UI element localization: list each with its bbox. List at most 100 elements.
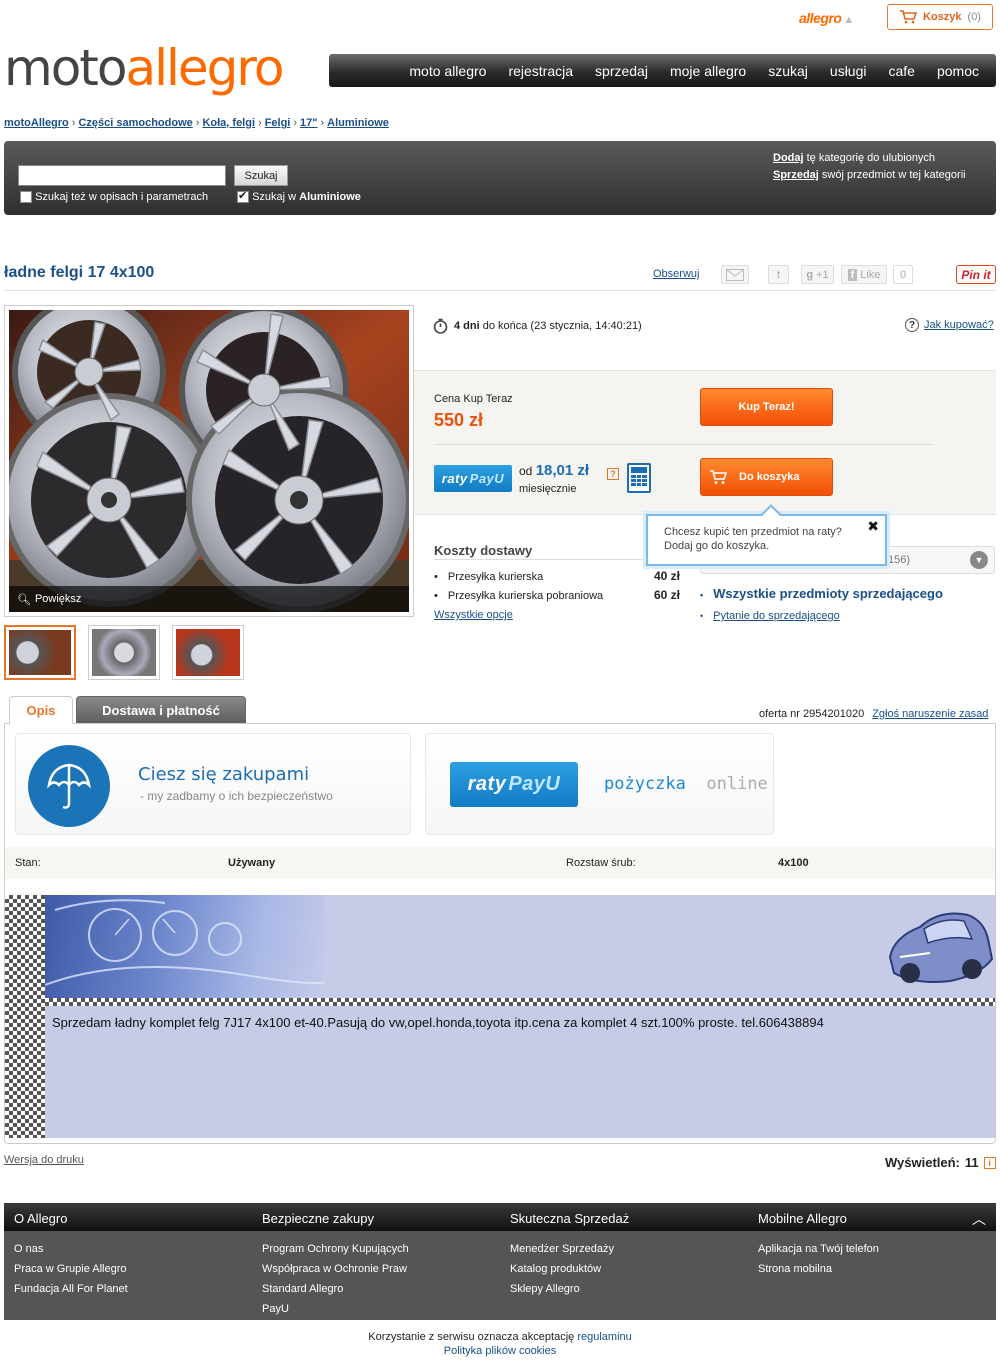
terms-link[interactable]: regulaminu [577, 1331, 631, 1343]
sell-here-link[interactable]: Sprzedaj [773, 169, 819, 181]
allegro-home-link[interactable]: allegro ▲ [799, 10, 854, 26]
breadcrumb-item[interactable]: Części samochodowe [78, 117, 192, 129]
nav-uslugi[interactable]: usługi [830, 63, 867, 79]
chevron-down-icon[interactable]: ▼ [970, 551, 988, 569]
checkered-divider [45, 998, 995, 1006]
shipping-row: Przesyłka kurierska pobraniowa60 zł [434, 588, 680, 602]
offer-info: oferta nr 2954201020 Zgłoś naruszenie zas… [759, 708, 989, 720]
footer-col: Aplikacja na Twój telefon Strona mobilna [758, 1239, 879, 1279]
checkered-border [5, 895, 45, 1138]
stopwatch-icon [433, 318, 448, 334]
search-category-checkbox[interactable] [237, 189, 249, 204]
scroll-top-icon[interactable]: ︿ [972, 1209, 986, 1229]
nav-moje-allegro[interactable]: moje allegro [670, 63, 746, 79]
help-icon[interactable]: ? [607, 468, 619, 480]
cart-count: (0) [967, 11, 981, 23]
view-counter: Wyświetleń: 11 i [885, 1155, 996, 1170]
search-button[interactable]: Szukaj [234, 165, 288, 186]
param-value: Używany [228, 857, 276, 869]
breadcrumb-item[interactable]: motoAllegro [4, 117, 69, 129]
installment-period: miesięcznie [519, 483, 577, 495]
report-violation-link[interactable]: Zgłoś naruszenie zasad [872, 708, 988, 720]
tab-delivery-payment[interactable]: Dostawa i płatność [76, 696, 246, 723]
email-share-button[interactable] [721, 265, 749, 284]
promo-headline: Ciesz się zakupami [138, 764, 310, 785]
footer-link[interactable]: Standard Allegro [262, 1279, 409, 1299]
twitter-share-button[interactable]: t [768, 265, 789, 284]
description-text: Sprzedam ładny komplet felg 7J17 4x100 e… [52, 1015, 824, 1030]
nav-pomoc[interactable]: pomoc [937, 63, 979, 79]
main-nav: moto allegro rejestracja sprzedaj moje a… [329, 54, 996, 87]
how-to-buy[interactable]: ? Jak kupować? [905, 318, 994, 332]
cart-button[interactable]: Koszyk (0) [887, 4, 993, 30]
cookies-policy-link[interactable]: Polityka plików cookies [444, 1345, 557, 1357]
breadcrumb-item[interactable]: Aluminiowe [327, 117, 389, 129]
footer-link[interactable]: PayU [262, 1299, 409, 1319]
footer-link[interactable]: O nas [14, 1239, 128, 1259]
installment-tooltip: ✖ Chcesz kupić ten przedmiot na raty? Do… [646, 514, 887, 566]
thumbnail-2[interactable] [88, 625, 160, 680]
calculator-icon[interactable] [627, 463, 651, 493]
param-label: Stan: [15, 857, 41, 869]
envelope-icon [726, 268, 744, 281]
wheels-photo [9, 310, 409, 612]
footer-link[interactable]: Sklepy Allegro [510, 1279, 614, 1299]
footer-link[interactable]: Współpraca w Ochronie Praw [262, 1259, 409, 1279]
question-icon: ? [905, 318, 919, 332]
main-photo[interactable] [9, 310, 409, 612]
breadcrumb-item[interactable]: 17" [300, 117, 317, 129]
arrow-up-icon: ▲ [843, 14, 854, 26]
close-icon[interactable]: ✖ [867, 519, 879, 533]
footer-link[interactable]: Strona mobilna [758, 1259, 879, 1279]
info-icon[interactable]: i [983, 1156, 996, 1169]
nav-moto-allegro[interactable]: moto allegro [409, 63, 486, 79]
price-label: Cena Kup Teraz [434, 393, 513, 405]
umbrella-icon [28, 745, 110, 827]
category-actions: Dodaj tę kategorię do ulubionych Sprzeda… [773, 152, 966, 181]
footer-link[interactable]: Praca w Grupie Allegro [14, 1259, 128, 1279]
footer-link[interactable]: Program Ochrony Kupujących [262, 1239, 409, 1259]
tab-opis[interactable]: Opis [9, 696, 73, 724]
observe-link[interactable]: Obserwuj [653, 268, 699, 280]
footer-link[interactable]: Fundacja All For Planet [14, 1279, 128, 1299]
search-in-category-option[interactable]: Szukaj w Aluminiowe [237, 189, 361, 204]
gplus-button[interactable]: g +1 [801, 265, 834, 284]
fb-like-button[interactable]: f Like [841, 265, 887, 284]
nav-szukaj[interactable]: szukaj [768, 63, 808, 79]
nav-cafe[interactable]: cafe [889, 63, 915, 79]
buy-now-button[interactable]: Kup Teraz! [700, 388, 833, 426]
shipping-title: Koszty dostawy [434, 543, 533, 558]
footer-link[interactable]: Menedżer Sprzedaży [510, 1239, 614, 1259]
add-to-cart-button[interactable]: Do koszyka [700, 458, 833, 496]
breadcrumb-item[interactable]: Felgi [265, 117, 291, 129]
facebook-icon: f [847, 268, 858, 281]
add-favorite-link[interactable]: Dodaj [773, 152, 804, 164]
nav-rejestracja[interactable]: rejestracja [508, 63, 573, 79]
cart-label: Koszyk [923, 11, 962, 23]
item-parameters: Stan: Używany Rozstaw śrub: 4x100 [5, 847, 995, 879]
footer-col-title: Mobilne Allegro [758, 1211, 847, 1226]
motoallegro-logo[interactable]: motoallegro [4, 40, 284, 96]
raty-payu-badge[interactable]: raty PayU [434, 465, 512, 492]
seller-all-items-link[interactable]: • Wszystkie przedmioty sprzedającego [700, 586, 943, 601]
thumbnail-1[interactable] [4, 625, 76, 680]
print-version-link[interactable]: Wersja do druku [4, 1154, 84, 1166]
breadcrumb-item[interactable]: Koła, felgi [202, 117, 255, 129]
search-desc-checkbox[interactable] [20, 191, 32, 204]
listing-title: ładne felgi 17 4x100 [4, 264, 155, 281]
all-shipping-options-link[interactable]: Wszystkie opcje [434, 609, 513, 621]
nav-sprzedaj[interactable]: sprzedaj [595, 63, 648, 79]
footer-link[interactable]: Katalog produktów [510, 1259, 614, 1279]
search-in-descriptions-option[interactable]: Szukaj też w opisach i parametrach [20, 191, 208, 204]
zoom-button[interactable]: 🔍︎ Powiększ [9, 586, 409, 612]
time-remaining: 4 dni do końca (23 stycznia, 14:40:21) [433, 318, 642, 334]
thumbnail-3[interactable] [172, 625, 244, 680]
footer-col-title: Skuteczna Sprzedaż [510, 1211, 630, 1226]
promo-subtitle: - my zadbamy o ich bezpieczeństwo [140, 789, 333, 803]
ask-seller-link[interactable]: • Pytanie do sprzedającego [700, 610, 840, 622]
fb-like-count: 0 [893, 265, 913, 284]
pinit-button[interactable]: Pin it [956, 265, 996, 284]
search-input[interactable] [18, 165, 226, 186]
dashboard-banner-image [45, 895, 325, 998]
footer-link[interactable]: Aplikacja na Twój telefon [758, 1239, 879, 1259]
